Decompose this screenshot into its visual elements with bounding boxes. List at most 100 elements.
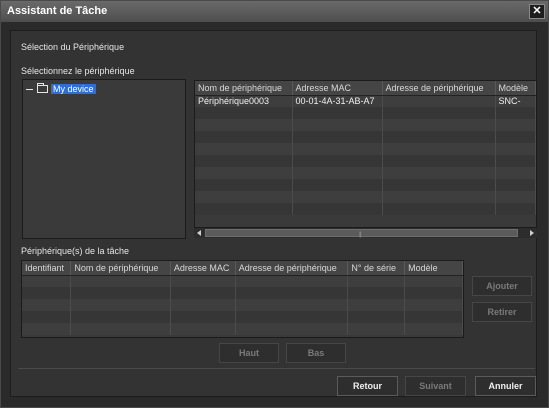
- device-table-row[interactable]: [195, 143, 536, 155]
- device-table-row[interactable]: Périphérique0003 00-01-4A-31-AB-A7 SNC-: [195, 95, 536, 107]
- task-column-header[interactable]: Modèle: [404, 261, 463, 276]
- device-column-header[interactable]: Adresse MAC: [292, 81, 383, 96]
- device-table-cell: [382, 95, 496, 107]
- task-column-header[interactable]: Adresse MAC: [170, 261, 236, 276]
- task-table-cell: [235, 287, 349, 299]
- scroll-left-icon[interactable]: [197, 230, 201, 236]
- device-table-cell: [495, 179, 536, 191]
- next-button[interactable]: Suivant: [405, 376, 466, 396]
- task-table-cell: [22, 299, 72, 311]
- title-bar: Assistant de Tâche ✕: [1, 1, 548, 23]
- device-table-cell: [495, 143, 536, 155]
- task-table-cell: [70, 275, 171, 287]
- window-title: Assistant de Tâche: [7, 5, 108, 17]
- device-table-cell: [495, 119, 536, 131]
- task-table-cell: [170, 287, 236, 299]
- device-table-cell: [382, 167, 496, 179]
- task-table-cell: [347, 287, 406, 299]
- task-table-row[interactable]: [22, 275, 463, 287]
- task-table-cell: [347, 311, 406, 323]
- device-column-header[interactable]: Modèle: [495, 81, 536, 96]
- task-table-row[interactable]: [22, 287, 463, 299]
- device-table-cell: [292, 119, 383, 131]
- task-table: Identifiant Nom de périphérique Adresse MA…: [22, 261, 463, 335]
- task-table-cell: [70, 299, 171, 311]
- device-table-cell: 00-01-4A-31-AB-A7: [292, 95, 383, 107]
- task-column-header[interactable]: Nom de périphérique: [70, 261, 171, 276]
- task-table-cell: [170, 275, 236, 287]
- collapse-icon[interactable]: [26, 86, 33, 93]
- device-table-cell: [495, 131, 536, 143]
- task-table-cell: [235, 311, 349, 323]
- task-table-cell: [22, 275, 72, 287]
- device-table-cell: [495, 155, 536, 167]
- close-button[interactable]: ✕: [529, 4, 545, 19]
- task-table-cell: [22, 323, 72, 335]
- scroll-grip-icon: |||: [359, 232, 362, 238]
- device-table-row[interactable]: [195, 191, 536, 203]
- task-table-cell: [235, 275, 349, 287]
- move-up-button[interactable]: Haut: [219, 343, 279, 363]
- task-table-cell: [70, 323, 171, 335]
- device-table-cell: [292, 143, 383, 155]
- scroll-right-icon[interactable]: [530, 230, 534, 236]
- cancel-button[interactable]: Annuler: [475, 376, 536, 396]
- device-table-cell: [495, 167, 536, 179]
- device-table-row[interactable]: [195, 179, 536, 191]
- device-table-cell: [292, 155, 383, 167]
- device-table-cell: SNC-: [495, 95, 536, 107]
- device-table-cell: [382, 155, 496, 167]
- device-list-grid[interactable]: Nom de périphérique Adresse MAC Adresse de…: [194, 80, 537, 238]
- device-table-cell: [495, 107, 536, 119]
- device-table-row[interactable]: [195, 119, 536, 131]
- device-table-cell: [382, 131, 496, 143]
- move-down-button[interactable]: Bas: [286, 343, 346, 363]
- task-column-header[interactable]: N° de série: [347, 261, 406, 276]
- task-table-row[interactable]: [22, 311, 463, 323]
- task-table-cell: [235, 323, 349, 335]
- task-table-cell: [347, 275, 406, 287]
- device-table-cell: [382, 119, 496, 131]
- task-table-cell: [404, 299, 463, 311]
- task-column-header[interactable]: Identifiant: [22, 261, 72, 276]
- remove-button[interactable]: Retirer: [472, 302, 532, 322]
- task-table-row[interactable]: [22, 323, 463, 335]
- device-table-row[interactable]: [195, 167, 536, 179]
- tree-node-label[interactable]: My device: [51, 84, 96, 94]
- tree-node-my-device[interactable]: My device: [26, 83, 96, 95]
- scroll-thumb[interactable]: |||: [205, 229, 518, 238]
- device-table-cell: [292, 107, 383, 119]
- device-table-cell: [195, 155, 293, 167]
- device-grid-hscrollbar[interactable]: |||: [194, 227, 537, 238]
- device-table-row[interactable]: [195, 131, 536, 143]
- device-table-cell: [195, 191, 293, 203]
- device-table-cell: [382, 203, 496, 215]
- task-column-header[interactable]: Adresse de périphérique: [235, 261, 349, 276]
- device-table-cell: [292, 191, 383, 203]
- device-table-cell: [382, 179, 496, 191]
- select-device-label: Sélectionnez le périphérique: [21, 66, 135, 76]
- device-table-cell: [195, 203, 293, 215]
- device-table-cell: [195, 131, 293, 143]
- device-table-row[interactable]: [195, 107, 536, 119]
- device-table-cell: [292, 203, 383, 215]
- back-button[interactable]: Retour: [337, 376, 398, 396]
- device-table-cell: [382, 107, 496, 119]
- device-table-cell: [195, 167, 293, 179]
- device-column-header[interactable]: Adresse de périphérique: [382, 81, 496, 96]
- add-button[interactable]: Ajouter: [472, 276, 532, 296]
- device-table-cell: Périphérique0003: [195, 95, 293, 107]
- task-device-grid[interactable]: Identifiant Nom de périphérique Adresse MA…: [21, 260, 464, 338]
- device-table-cell: [292, 179, 383, 191]
- device-column-header[interactable]: Nom de périphérique: [195, 81, 293, 96]
- device-table-cell: [195, 179, 293, 191]
- task-table-cell: [170, 299, 236, 311]
- device-table-row[interactable]: [195, 155, 536, 167]
- task-devices-label: Périphérique(s) de la tâche: [21, 246, 130, 256]
- device-table-cell: [195, 107, 293, 119]
- task-table-row[interactable]: [22, 299, 463, 311]
- device-table: Nom de périphérique Adresse MAC Adresse de…: [195, 81, 536, 215]
- device-table-cell: [495, 203, 536, 215]
- device-table-row[interactable]: [195, 203, 536, 215]
- device-tree[interactable]: My device: [22, 79, 186, 239]
